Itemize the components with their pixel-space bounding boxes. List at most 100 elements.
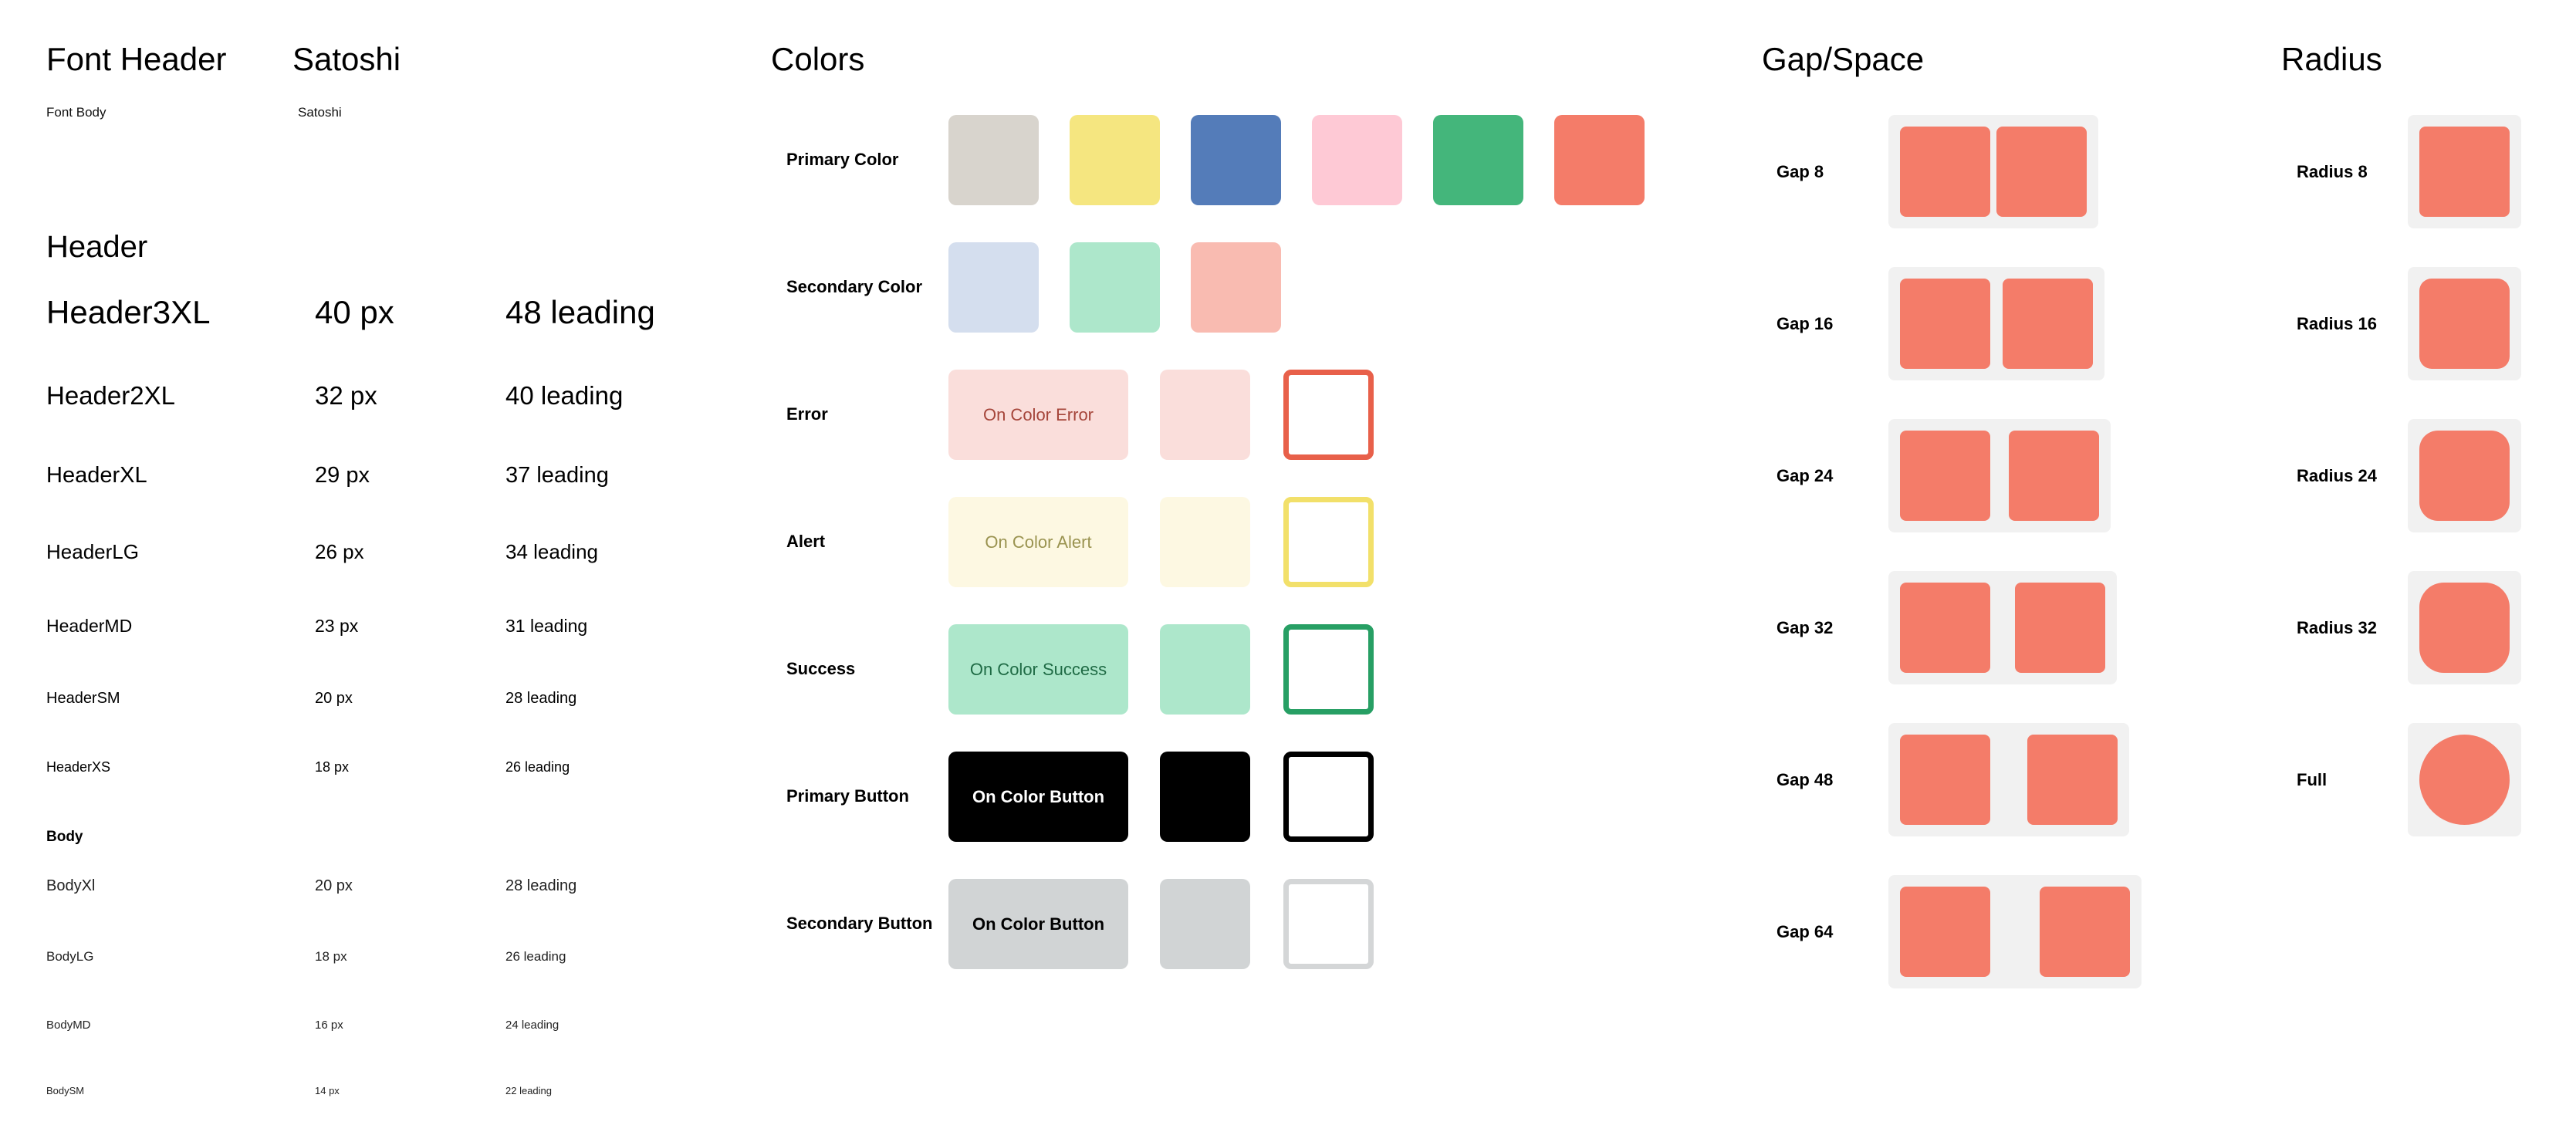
error-label: Error	[786, 404, 828, 424]
header-style-leading: 31 leading	[505, 616, 588, 637]
radius-square	[2419, 127, 2510, 217]
font-body-value: Satoshi	[298, 105, 342, 120]
primary-button-border-swatch[interactable]	[1283, 752, 1374, 842]
radius-title: Radius	[2281, 41, 2382, 77]
gap-label: Gap 16	[1776, 314, 1834, 333]
gap-sample	[1888, 723, 2129, 836]
header-style-leading: 40 leading	[505, 381, 624, 411]
radius-label: Full	[2297, 770, 2328, 789]
header-section-title: Header	[46, 230, 148, 264]
secondary-button-border-swatch[interactable]	[1283, 879, 1374, 969]
body-style-leading: 24 leading	[505, 1019, 559, 1032]
body-style-size: 18 px	[315, 948, 347, 964]
header-style-leading: 26 leading	[505, 759, 570, 775]
alert-fill-swatch[interactable]	[1160, 497, 1250, 587]
radius-sample	[2408, 267, 2521, 380]
radius-sample	[2408, 419, 2521, 532]
font-body-label: Font Body	[46, 105, 106, 120]
gap-square	[1900, 583, 1990, 673]
body-style-leading: 28 leading	[505, 877, 577, 894]
body-style-leading: 26 leading	[505, 948, 566, 964]
primary-button-on-color-sample[interactable]: On Color Button	[948, 752, 1128, 842]
radius-square	[2419, 735, 2510, 825]
radius-sample	[2408, 723, 2521, 836]
header-style-name: HeaderXL	[46, 462, 147, 488]
radius-label: Radius 32	[2297, 618, 2377, 637]
body-style-name: BodyLG	[46, 948, 94, 964]
header-style-name: Header2XL	[46, 381, 175, 411]
gap-square	[1900, 887, 1990, 977]
primary-color-swatch[interactable]	[1312, 115, 1402, 205]
gap-sample	[1888, 419, 2111, 532]
header-style-size: 26 px	[315, 540, 364, 564]
primary-color-swatch[interactable]	[1070, 115, 1160, 205]
primary-color-swatch[interactable]	[948, 115, 1039, 205]
secondary-color-swatch[interactable]	[948, 242, 1039, 333]
error-on-color-sample[interactable]: On Color Error	[948, 370, 1128, 460]
radius-sample	[2408, 571, 2521, 684]
success-fill-swatch[interactable]	[1160, 624, 1250, 715]
secondary-button-on-color-sample[interactable]: On Color Button	[948, 879, 1128, 969]
secondary-button-fill-swatch[interactable]	[1160, 879, 1250, 969]
error-fill-swatch[interactable]	[1160, 370, 1250, 460]
radius-square	[2419, 279, 2510, 369]
gap-label: Gap 48	[1776, 770, 1834, 789]
radius-sample	[2408, 115, 2521, 228]
font-header-label: Font Header	[46, 41, 227, 77]
body-style-name: BodyMD	[46, 1019, 91, 1032]
gap-label: Gap 64	[1776, 922, 1834, 941]
gap-square	[1900, 431, 1990, 521]
body-style-size: 14 px	[315, 1085, 340, 1097]
header-style-name: Header3XL	[46, 293, 211, 330]
radius-square	[2419, 431, 2510, 521]
gap-square	[1900, 127, 1990, 217]
alert-label: Alert	[786, 532, 826, 551]
header-style-leading: 28 leading	[505, 690, 577, 707]
gap-sample	[1888, 571, 2117, 684]
secondary-button-label: Secondary Button	[786, 914, 933, 933]
font-header-value: Satoshi	[292, 41, 401, 77]
header-style-leading: 34 leading	[505, 540, 598, 564]
primary-color-swatch[interactable]	[1433, 115, 1523, 205]
header-style-name: HeaderMD	[46, 616, 133, 637]
success-border-swatch[interactable]	[1283, 624, 1374, 715]
primary-button-fill-swatch[interactable]	[1160, 752, 1250, 842]
gap-sample	[1888, 115, 2098, 228]
header-style-name: HeaderSM	[46, 690, 120, 707]
primary-color-swatch[interactable]	[1191, 115, 1281, 205]
secondary-color-label: Secondary Color	[786, 277, 923, 296]
error-border-swatch[interactable]	[1283, 370, 1374, 460]
header-style-size: 18 px	[315, 759, 350, 775]
header-style-size: 32 px	[315, 381, 377, 411]
body-style-name: BodySM	[46, 1085, 85, 1097]
gap-square	[1900, 279, 1990, 369]
body-style-name: BodyXl	[46, 877, 96, 894]
alert-on-color-sample[interactable]: On Color Alert	[948, 497, 1128, 587]
gap-sample	[1888, 875, 2142, 988]
secondary-color-swatch[interactable]	[1191, 242, 1281, 333]
radius-label: Radius 16	[2297, 314, 2377, 333]
header-style-name: HeaderLG	[46, 540, 139, 564]
header-style-size: 29 px	[315, 462, 370, 488]
success-on-color-sample[interactable]: On Color Success	[948, 624, 1128, 715]
gap-label: Gap 8	[1776, 162, 1824, 181]
gap-square	[2009, 431, 2099, 521]
gap-square	[1900, 735, 1990, 825]
gap-label: Gap 32	[1776, 618, 1834, 637]
primary-color-swatch[interactable]	[1554, 115, 1645, 205]
alert-border-swatch[interactable]	[1283, 497, 1374, 587]
success-label: Success	[786, 659, 856, 678]
colors-title: Colors	[771, 41, 865, 77]
header-style-size: 23 px	[315, 616, 359, 637]
body-style-leading: 22 leading	[505, 1085, 552, 1097]
header-style-leading: 48 leading	[505, 293, 655, 330]
gap-label: Gap 24	[1776, 466, 1834, 485]
gap-square	[2003, 279, 2093, 369]
radius-label: Radius 8	[2297, 162, 2368, 181]
header-style-size: 40 px	[315, 293, 394, 330]
gap-title: Gap/Space	[1762, 41, 1925, 77]
secondary-color-swatch[interactable]	[1070, 242, 1160, 333]
header-style-size: 20 px	[315, 690, 353, 707]
header-style-name: HeaderXS	[46, 759, 111, 775]
radius-square	[2419, 583, 2510, 673]
